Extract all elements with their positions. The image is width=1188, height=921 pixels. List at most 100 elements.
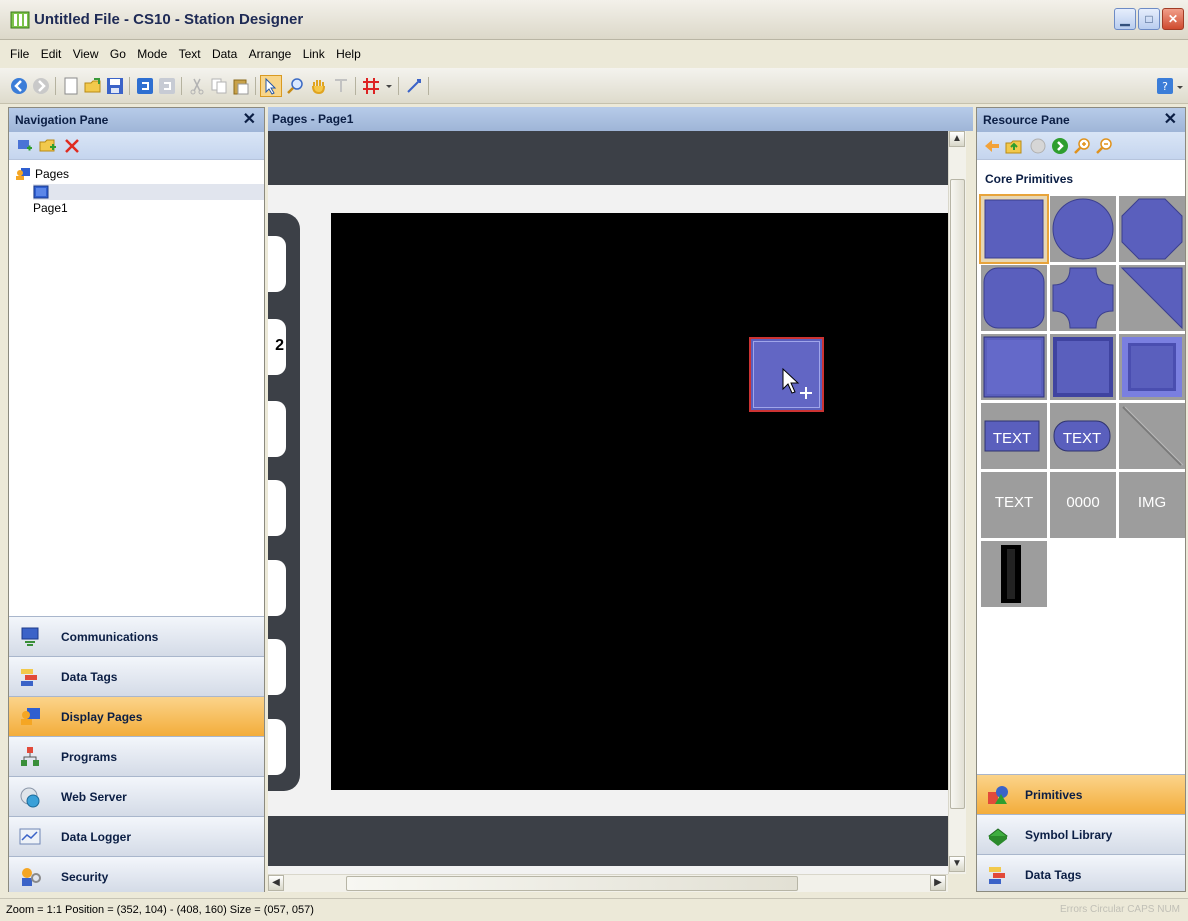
- vertical-scroll-thumb[interactable]: [950, 179, 965, 809]
- delete-icon[interactable]: [63, 137, 81, 155]
- drawing-canvas[interactable]: [331, 213, 948, 790]
- primitive-ellipse[interactable]: [1050, 196, 1116, 262]
- menu-go[interactable]: Go: [110, 47, 126, 61]
- security-icon: [22, 868, 41, 886]
- status-bar: Zoom = 1:1 Position = (352, 104) - (408,…: [0, 898, 1188, 921]
- res-symbol-library[interactable]: Symbol Library: [977, 814, 1185, 854]
- menu-file[interactable]: File: [10, 47, 29, 61]
- save-icon[interactable]: [106, 77, 124, 95]
- image-primitive-label: IMG: [1137, 494, 1167, 511]
- menu-text[interactable]: Text: [179, 47, 201, 61]
- close-icon[interactable]: ✕: [243, 108, 256, 132]
- new-icon[interactable]: [62, 77, 80, 95]
- primitive-triangle[interactable]: [1119, 265, 1185, 331]
- scroll-right-icon[interactable]: ▶: [930, 875, 946, 891]
- menu-edit[interactable]: Edit: [41, 47, 62, 61]
- undo-icon[interactable]: [136, 77, 154, 95]
- navigation-pane-header: Navigation Pane ✕: [9, 108, 264, 132]
- new-rectangle-primitive[interactable]: [749, 337, 824, 412]
- menu-mode[interactable]: Mode: [137, 47, 167, 61]
- page-top-band: [268, 131, 948, 185]
- zoom-in-icon[interactable]: [1073, 137, 1091, 155]
- new-folder-icon[interactable]: [39, 138, 57, 154]
- nav-communications-label: Communications: [61, 630, 159, 644]
- primitive-data[interactable]: 0000: [1050, 472, 1116, 538]
- scroll-down-icon[interactable]: ▼: [949, 856, 965, 872]
- maximize-button[interactable]: □: [1138, 8, 1160, 30]
- nav-data-tags-label: Data Tags: [61, 670, 118, 684]
- paste-icon[interactable]: [232, 77, 250, 95]
- primitive-line[interactable]: [1119, 403, 1185, 469]
- primitive-text-button[interactable]: TEXT: [981, 403, 1047, 469]
- redo-icon[interactable]: [158, 77, 176, 95]
- primitive-rounded-text-button[interactable]: TEXT: [1050, 403, 1116, 469]
- zoom-out-icon[interactable]: [1095, 137, 1113, 155]
- new-page-icon[interactable]: [17, 138, 33, 154]
- primitive-octagon[interactable]: [1119, 196, 1185, 262]
- res-primitives[interactable]: Primitives: [977, 774, 1185, 814]
- nav-programs[interactable]: Programs: [9, 736, 264, 776]
- pan-icon[interactable]: [310, 77, 328, 95]
- nav-web-server[interactable]: Web Server: [9, 776, 264, 816]
- primitive-bar-graph[interactable]: [981, 541, 1047, 607]
- nav-data-tags[interactable]: Data Tags: [9, 656, 264, 696]
- res-data-tags[interactable]: Data Tags: [977, 854, 1185, 891]
- stop-icon[interactable]: [1029, 137, 1047, 155]
- nav-data-logger[interactable]: Data Logger: [9, 816, 264, 856]
- resource-pane: Resource Pane ✕ Core Primitives TEXT TEX…: [976, 107, 1186, 892]
- text-primitive-label: TEXT: [994, 494, 1034, 511]
- navigation-pane-toolbar: [9, 132, 264, 160]
- data-tags-icon: [989, 867, 1005, 884]
- select-icon[interactable]: [260, 75, 282, 97]
- grid-icon[interactable]: [362, 77, 380, 95]
- copy-icon[interactable]: [210, 77, 228, 95]
- zoom-icon[interactable]: [286, 77, 304, 95]
- primitive-rounded-rectangle[interactable]: [981, 265, 1047, 331]
- frame-slot: [268, 236, 286, 292]
- menu-data[interactable]: Data: [212, 47, 237, 61]
- horizontal-scroll-thumb[interactable]: [346, 876, 798, 891]
- tree-item-pages[interactable]: Pages: [15, 166, 69, 182]
- page-canvas-viewport[interactable]: 2: [268, 131, 948, 874]
- primitive-sunken-rectangle[interactable]: [1119, 334, 1185, 400]
- primitive-raised-rectangle[interactable]: [1050, 334, 1116, 400]
- menu-arrange[interactable]: Arrange: [249, 47, 292, 61]
- resource-pane-title: Resource Pane: [983, 113, 1070, 127]
- scroll-up-icon[interactable]: ▲: [949, 131, 965, 147]
- close-button[interactable]: ✕: [1162, 8, 1184, 30]
- primitive-rectangle[interactable]: [979, 194, 1049, 264]
- text-tool-icon[interactable]: [332, 77, 350, 95]
- forward-icon[interactable]: [32, 77, 50, 95]
- tree-item-page1[interactable]: Page1: [33, 184, 264, 215]
- svg-text:?: ?: [1162, 80, 1168, 93]
- menu-help[interactable]: Help: [336, 47, 361, 61]
- cut-icon[interactable]: [188, 77, 206, 95]
- cursor-add-icon: [782, 367, 812, 399]
- back-icon[interactable]: [10, 77, 28, 95]
- dropdown-arrow-icon[interactable]: [384, 77, 394, 95]
- menu-view[interactable]: View: [73, 47, 99, 61]
- up-folder-icon[interactable]: [1005, 137, 1023, 155]
- horizontal-scrollbar[interactable]: ◀ ▶: [268, 874, 948, 892]
- minimize-button[interactable]: ▁: [1114, 8, 1136, 30]
- text-button-label: TEXT: [993, 430, 1031, 447]
- back-icon[interactable]: [983, 137, 1001, 155]
- primitive-image[interactable]: IMG: [1119, 472, 1185, 538]
- scroll-left-icon[interactable]: ◀: [268, 875, 284, 891]
- nav-communications[interactable]: Communications: [9, 616, 264, 656]
- close-icon[interactable]: ✕: [1164, 108, 1177, 132]
- nav-security[interactable]: Security: [9, 856, 264, 892]
- open-icon[interactable]: [84, 77, 102, 95]
- primitive-text[interactable]: TEXT: [981, 472, 1047, 538]
- nav-display-pages[interactable]: Display Pages: [9, 696, 264, 736]
- frame-slot: [268, 560, 286, 616]
- menu-bar: File Edit View Go Mode Text Data Arrange…: [0, 40, 1188, 68]
- help-dropdown-icon[interactable]: [1176, 77, 1184, 95]
- menu-link[interactable]: Link: [303, 47, 325, 61]
- go-icon[interactable]: [1051, 137, 1069, 155]
- help-icon[interactable]: ?: [1156, 77, 1174, 95]
- primitive-wedge-rectangle[interactable]: [1050, 265, 1116, 331]
- link-icon[interactable]: [405, 77, 423, 95]
- vertical-scrollbar[interactable]: ▲ ▼: [948, 131, 966, 874]
- primitive-bevel-rectangle[interactable]: [981, 334, 1047, 400]
